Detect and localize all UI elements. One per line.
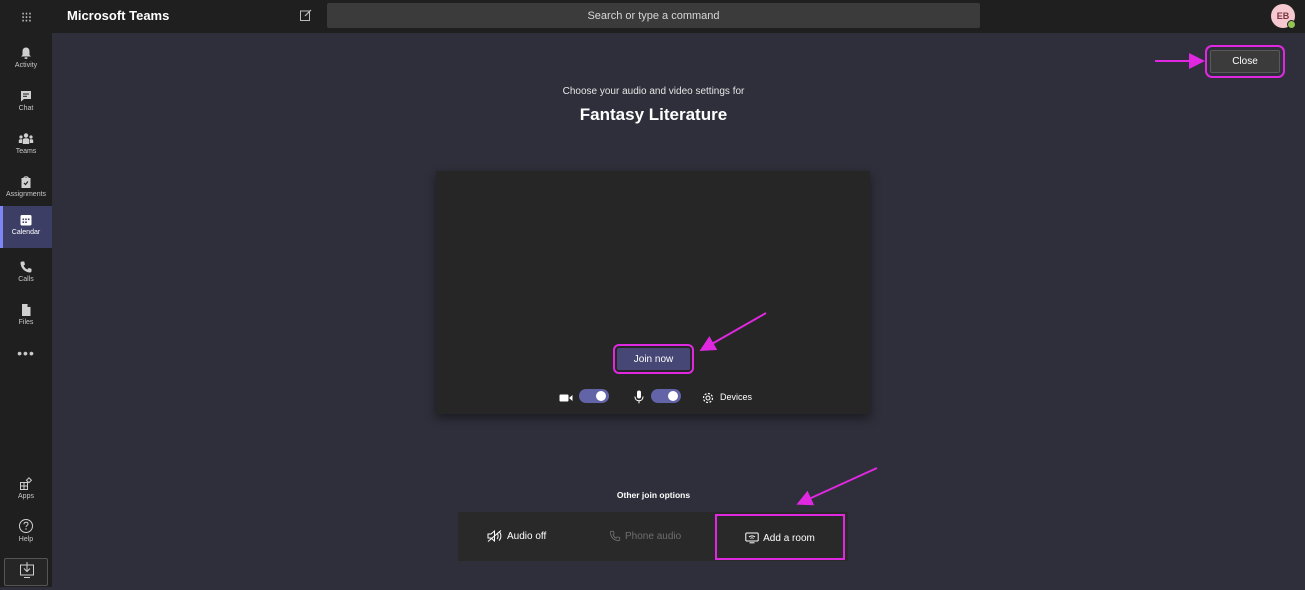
avatar-initials: EB — [1276, 11, 1290, 21]
join-now-button[interactable]: Join now — [613, 344, 694, 374]
chat-icon — [21, 91, 31, 102]
rail-label: Teams — [15, 148, 37, 155]
audio-off-option[interactable]: Audio off — [487, 512, 546, 561]
camera-icon — [559, 394, 573, 402]
download-app-button[interactable] — [4, 558, 48, 586]
prejoin-screen: Close Choose your audio and video settin… — [52, 33, 1305, 587]
speaker-off-icon — [487, 530, 502, 543]
new-chat-icon[interactable] — [299, 8, 313, 22]
file-icon — [22, 304, 31, 316]
camera-toggle[interactable] — [579, 389, 609, 403]
devices-button[interactable]: Devices — [720, 392, 752, 402]
calendar-icon — [20, 215, 32, 226]
app-rail: Activity Chat Teams Assignments Calendar… — [0, 33, 52, 587]
apps-icon — [20, 477, 33, 490]
add-room-label: Add a room — [763, 533, 815, 544]
gear-icon[interactable] — [701, 390, 715, 406]
rail-label: Chat — [18, 105, 34, 112]
rail-item-calls[interactable]: Calls — [0, 253, 52, 295]
phone-icon — [609, 531, 621, 542]
rail-label: Calls — [18, 276, 34, 283]
rail-item-calendar[interactable]: Calendar — [0, 206, 52, 248]
avatar[interactable]: EB — [1271, 4, 1296, 29]
meeting-title: Fantasy Literature — [579, 105, 728, 124]
rail-label: Files — [18, 319, 34, 326]
rail-item-files[interactable]: Files — [0, 296, 52, 338]
more-apps-icon[interactable]: ••• — [0, 345, 52, 361]
app-title: Microsoft Teams — [67, 8, 170, 23]
video-preview: Join now Devices — [436, 171, 870, 414]
app-launcher-icon[interactable]: ⁝⁝⁝ — [14, 7, 38, 27]
prejoin-subtitle: Choose your audio and video settings for — [562, 86, 745, 97]
add-room-option[interactable]: Add a room — [715, 514, 845, 560]
rail-item-activity[interactable]: Activity — [0, 39, 52, 81]
cast-icon — [745, 532, 759, 544]
rail-item-chat[interactable]: Chat — [0, 82, 52, 124]
rail-label: Apps — [18, 493, 34, 500]
close-button[interactable]: Close — [1205, 45, 1285, 78]
audio-off-label: Audio off — [507, 531, 547, 542]
rail-item-assignments[interactable]: Assignments — [0, 168, 52, 210]
microphone-icon — [634, 390, 644, 404]
rail-label: Activity — [14, 62, 38, 69]
rail-label: Assignments — [5, 191, 47, 198]
rail-item-apps[interactable]: Apps — [0, 470, 52, 512]
presence-status-icon — [1287, 20, 1296, 29]
bell-icon — [21, 47, 31, 59]
teams-icon — [18, 133, 34, 144]
title-bar: ⁝⁝⁝ Microsoft Teams EB — [0, 0, 1305, 33]
assignments-icon — [21, 176, 31, 188]
help-icon — [19, 519, 33, 533]
rail-item-teams[interactable]: Teams — [0, 125, 52, 167]
other-join-options-title: Other join options — [616, 490, 691, 500]
phone-audio-label: Phone audio — [625, 531, 682, 542]
download-icon — [20, 562, 34, 578]
rail-label: Help — [18, 536, 34, 543]
phone-icon — [20, 261, 32, 273]
rail-item-help[interactable]: Help — [0, 511, 52, 553]
search-input[interactable] — [327, 3, 980, 28]
phone-audio-option[interactable]: Phone audio — [609, 512, 681, 561]
microphone-toggle[interactable] — [651, 389, 681, 403]
other-join-options: Audio off Phone audio Add a room — [458, 512, 848, 561]
rail-label: Calendar — [11, 229, 41, 236]
